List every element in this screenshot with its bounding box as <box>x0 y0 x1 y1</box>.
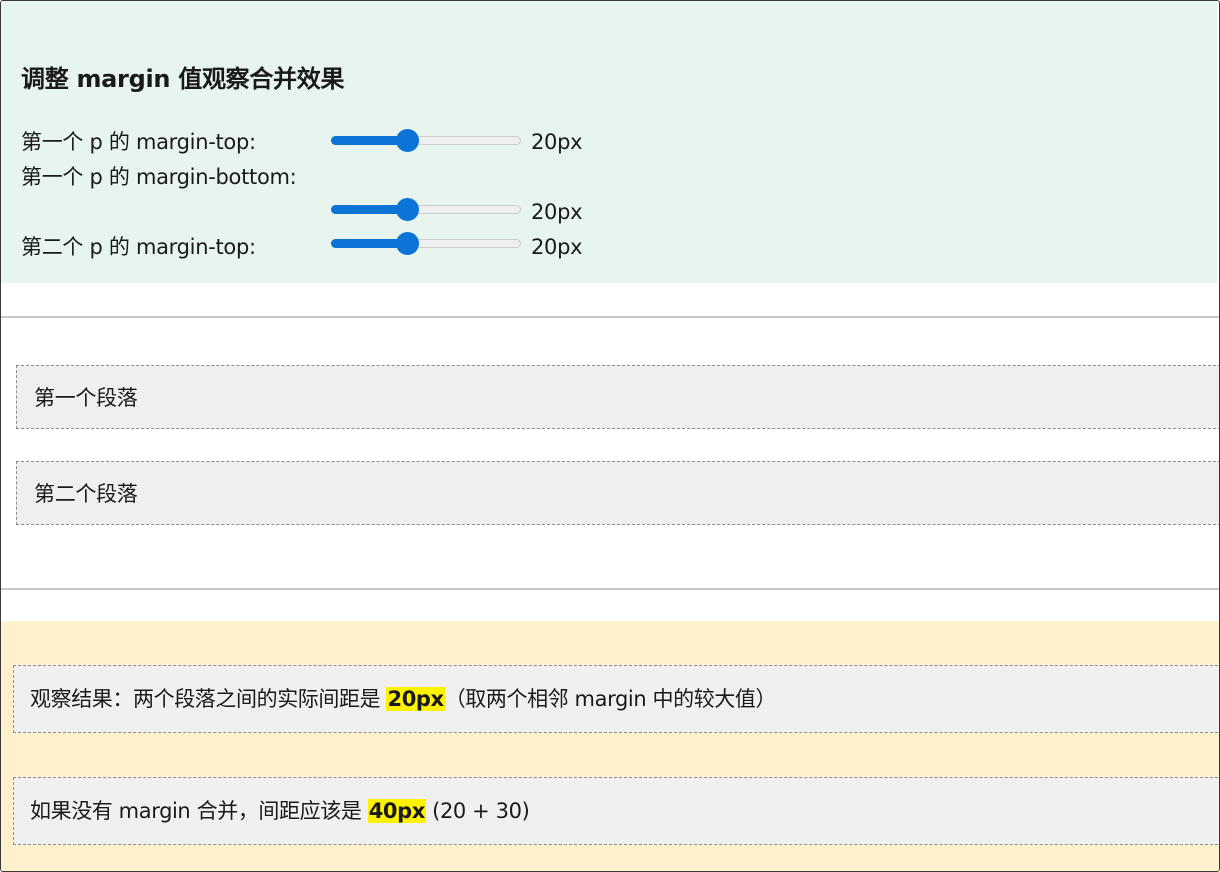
controls-title: 调整 margin 值观察合并效果 <box>21 65 345 93</box>
demo-paragraph-second: 第二个段落 <box>16 461 1219 525</box>
result-observation-text: 观察结果：两个段落之间的实际间距是 <box>30 687 387 711</box>
first-margin-bottom-slider[interactable] <box>331 198 521 222</box>
slider-label-first-margin-top: 第一个 p 的 margin-top: <box>21 130 256 154</box>
result-panel: 观察结果：两个段落之间的实际间距是 20px（取两个相邻 margin 中的较大… <box>1 621 1219 871</box>
slider-thumb[interactable] <box>396 198 419 221</box>
slider-thumb[interactable] <box>396 129 419 152</box>
slider-label-first-margin-bottom: 第一个 p 的 margin-bottom: <box>21 165 297 189</box>
result-observation: 观察结果：两个段落之间的实际间距是 20px（取两个相邻 margin 中的较大… <box>13 665 1219 733</box>
result-no-collapse-note: (20 + 30) <box>425 799 530 823</box>
second-margin-top-value: 20px <box>531 235 583 259</box>
slider-thumb[interactable] <box>396 232 419 255</box>
first-margin-top-value: 20px <box>531 130 583 154</box>
divider <box>1 316 1219 318</box>
divider <box>1 588 1219 590</box>
expected-gap-value: 40px <box>367 799 426 823</box>
second-margin-top-slider[interactable] <box>331 232 521 256</box>
result-no-collapse-text: 如果没有 margin 合并，间距应该是 <box>30 799 368 823</box>
slider-label-second-margin-top: 第二个 p 的 margin-top: <box>21 235 256 259</box>
first-margin-top-slider[interactable] <box>331 129 521 153</box>
demo-paragraph-first: 第一个段落 <box>16 365 1219 429</box>
window: 调整 margin 值观察合并效果 第一个 p 的 margin-top: 20… <box>0 0 1220 872</box>
actual-gap-value: 20px <box>386 687 445 711</box>
first-margin-bottom-value: 20px <box>531 200 583 224</box>
result-no-collapse: 如果没有 margin 合并，间距应该是 40px (20 + 30) <box>13 777 1219 845</box>
result-observation-note: （取两个相邻 margin 中的较大值） <box>444 687 777 711</box>
controls-panel: 调整 margin 值观察合并效果 第一个 p 的 margin-top: 20… <box>1 1 1217 283</box>
